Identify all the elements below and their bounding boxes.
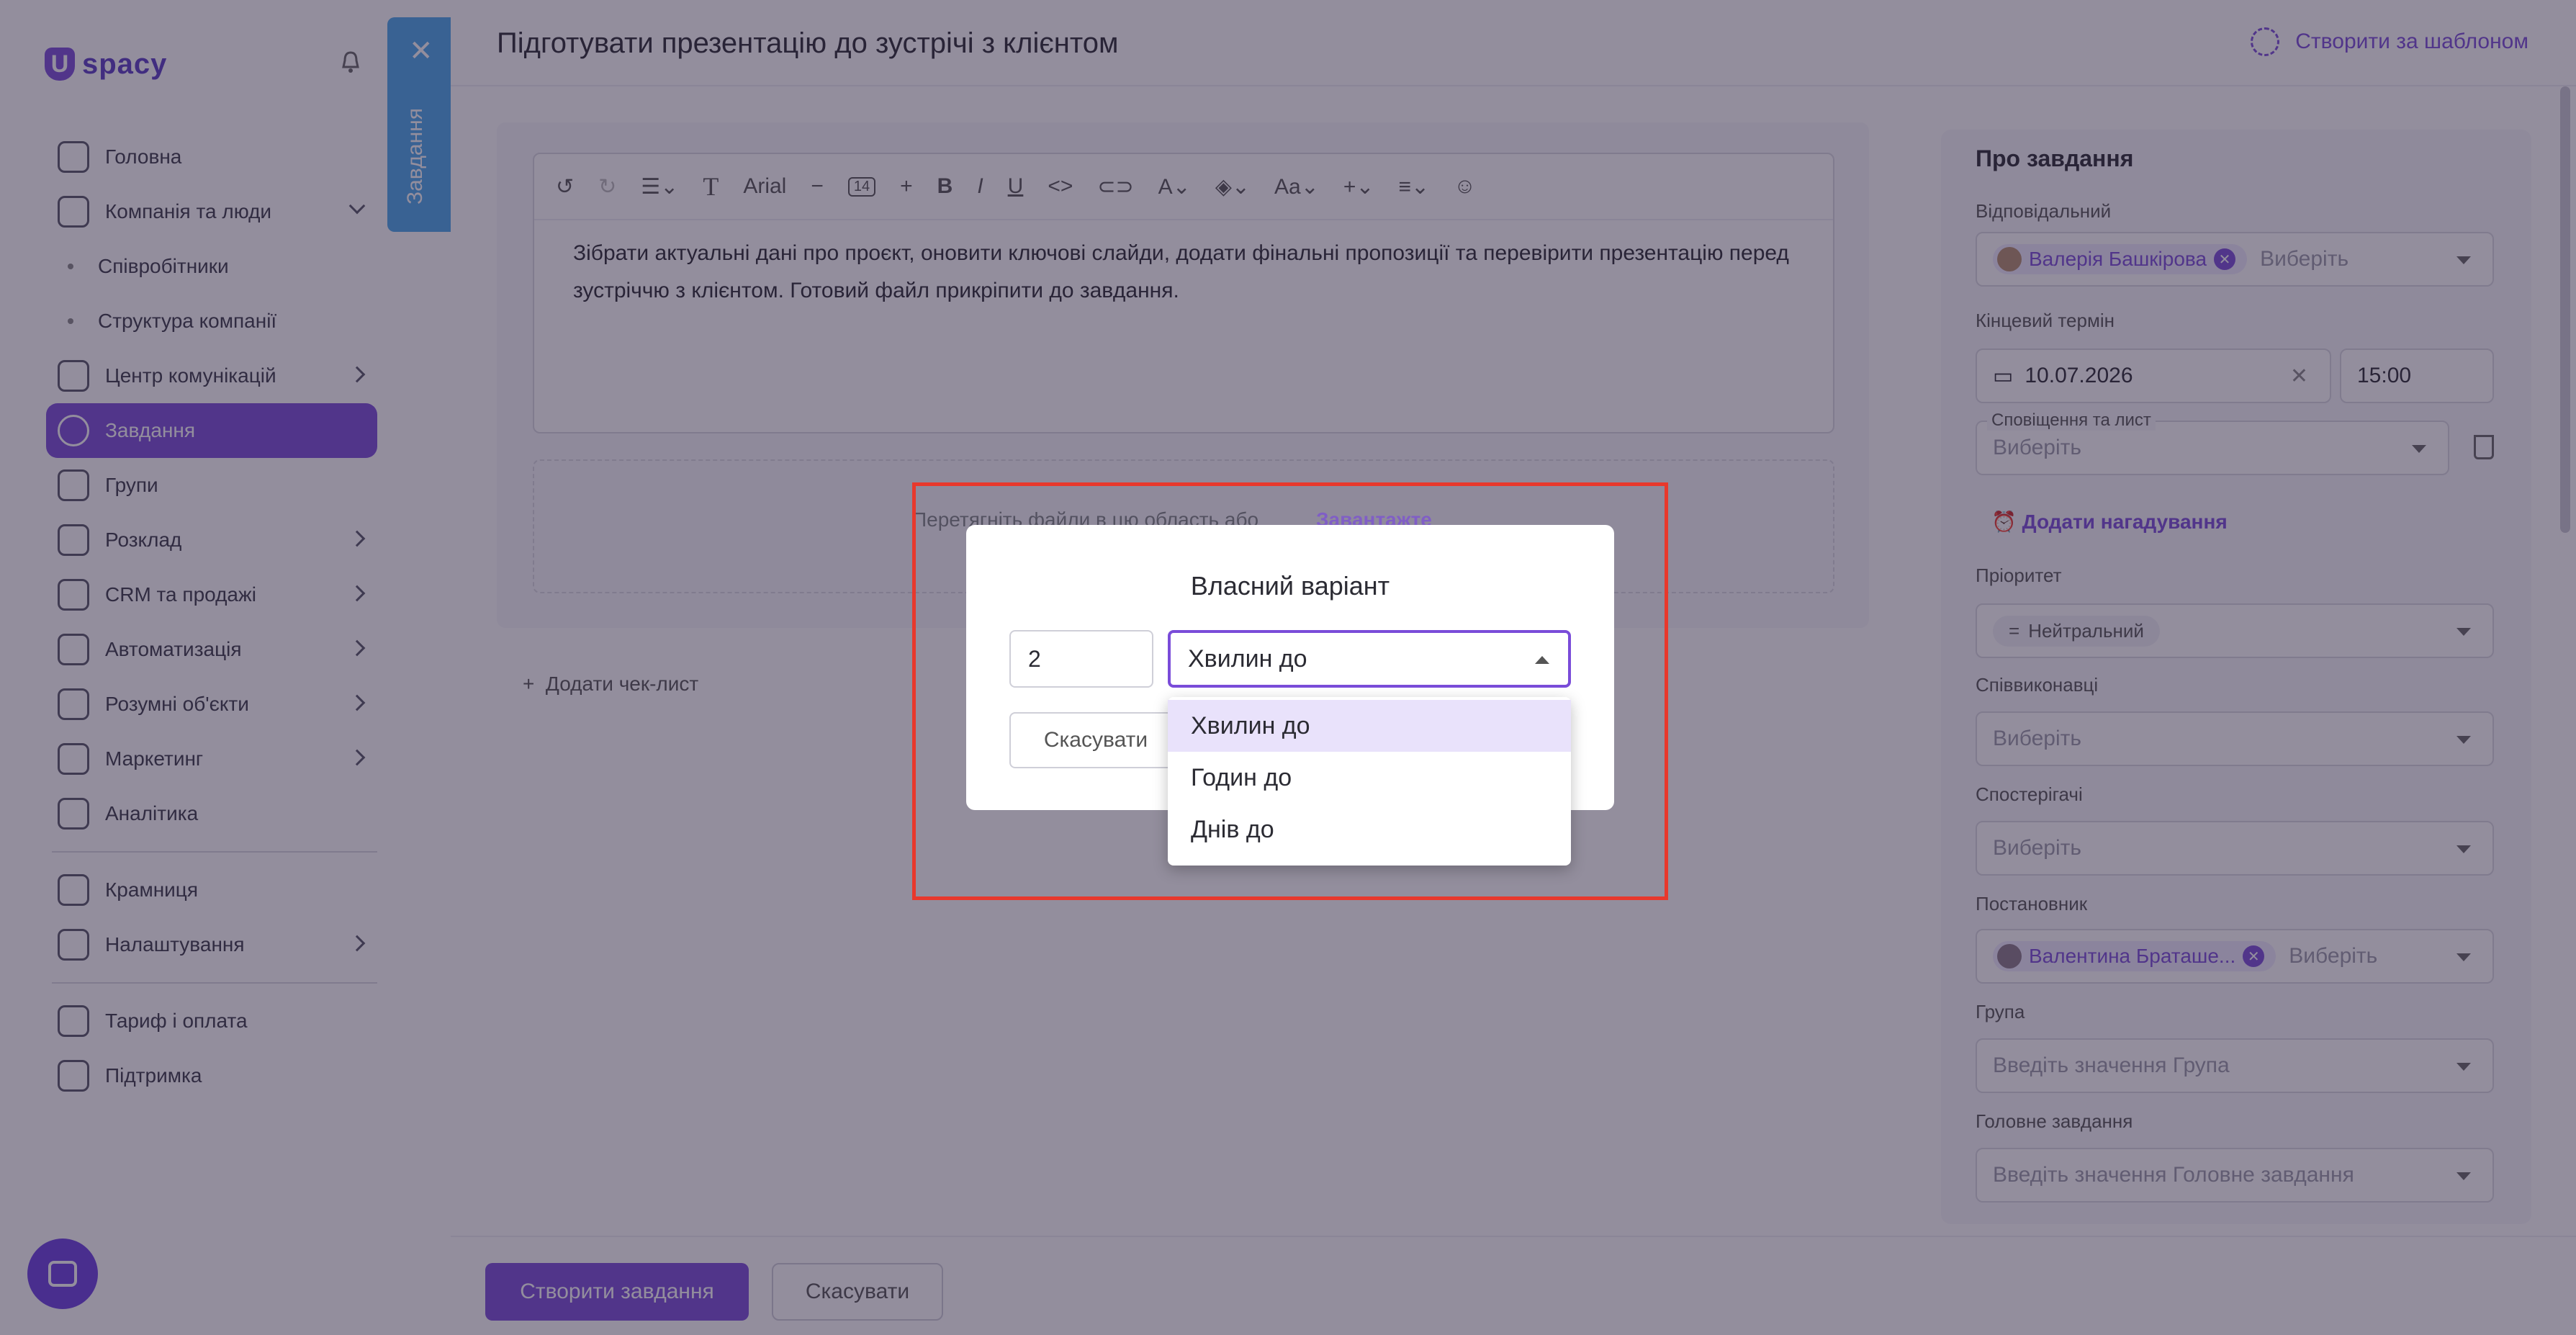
option-minutes[interactable]: Хвилин до bbox=[1168, 700, 1571, 752]
amount-input[interactable]: 2 bbox=[1009, 630, 1153, 688]
chevron-up-icon bbox=[1535, 656, 1549, 664]
option-days[interactable]: Днів до bbox=[1168, 804, 1571, 855]
unit-select-value: Хвилин до bbox=[1188, 644, 1307, 673]
unit-dropdown-menu: Хвилин до Годин до Днів до bbox=[1168, 697, 1571, 866]
dialog-title: Власний варіант bbox=[1190, 571, 1390, 601]
unit-select[interactable]: Хвилин до bbox=[1168, 630, 1571, 688]
dialog-cancel-button[interactable]: Скасувати bbox=[1009, 712, 1182, 768]
option-hours[interactable]: Годин до bbox=[1168, 752, 1571, 804]
